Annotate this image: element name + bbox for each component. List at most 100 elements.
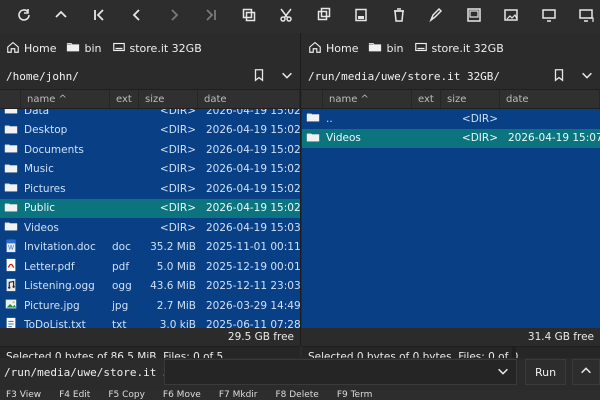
run-button[interactable]: Run xyxy=(524,359,567,385)
list-item[interactable]: Picture.jpg jpg 2.7 MiB 2026-03-29 14:49 xyxy=(0,296,300,316)
chevron-up-icon: ^ xyxy=(360,93,369,105)
drive-icon xyxy=(414,40,428,57)
monitor-icon xyxy=(541,7,557,26)
list-item[interactable]: W Invitation.doc doc 35.2 MiB 2025-11-01 00:… xyxy=(0,238,300,258)
bookmark-home[interactable]: Home xyxy=(6,40,56,57)
bookmark-store-it-32gb[interactable]: store.it 32GB xyxy=(414,40,504,57)
list-item[interactable]: Pictures <DIR> 2026-04-19 15:02 xyxy=(0,179,300,199)
file-ext: ogg xyxy=(112,280,132,293)
back-button[interactable] xyxy=(123,3,151,31)
file-size: 35.2 MiB xyxy=(150,241,196,254)
folder-icon xyxy=(0,109,18,119)
list-item[interactable]: Documents <DIR> 2026-04-19 15:02 xyxy=(0,140,300,160)
folder-icon xyxy=(0,161,18,178)
file-name: .. xyxy=(326,112,333,125)
duplicate-button[interactable] xyxy=(310,3,338,31)
expand-button[interactable] xyxy=(572,359,600,385)
bookmark-store-it-32gb[interactable]: store.it 32GB xyxy=(112,40,202,57)
col-date[interactable]: date xyxy=(500,90,600,108)
file-date: 2026-04-19 15:02 xyxy=(206,124,300,137)
col-ext[interactable]: ext xyxy=(110,90,139,108)
file-date: 2026-04-19 15:02 xyxy=(206,163,300,176)
monitor-button[interactable] xyxy=(535,3,563,31)
folder-icon xyxy=(0,180,18,197)
chevron-down-icon[interactable] xyxy=(496,364,516,381)
col-size[interactable]: size xyxy=(139,90,198,108)
refresh-button[interactable] xyxy=(10,3,38,31)
chevron-up-button[interactable] xyxy=(48,3,76,31)
col-date[interactable]: date xyxy=(198,90,300,108)
file-size: <DIR> xyxy=(461,132,498,145)
file-name: ToDoList.txt xyxy=(24,319,86,328)
bookmark-icon[interactable] xyxy=(552,68,566,85)
list-item[interactable]: Videos <DIR> 2026-04-19 15:07 xyxy=(302,128,600,148)
folder-icon xyxy=(302,110,320,127)
folder-icon xyxy=(368,40,382,57)
copy-button[interactable] xyxy=(235,3,263,31)
gallery-button[interactable] xyxy=(460,3,488,31)
file-ext: jpg xyxy=(112,299,129,312)
function-key[interactable]: F5 Copy xyxy=(108,390,145,400)
image-button[interactable] xyxy=(498,3,526,31)
folder-icon xyxy=(0,219,18,236)
forward-button[interactable] xyxy=(160,3,188,31)
file-date: 2025-12-19 00:01 xyxy=(206,260,300,273)
pencil-icon xyxy=(428,7,444,26)
list-item[interactable]: Music <DIR> 2026-04-19 15:02 xyxy=(0,160,300,180)
back-icon xyxy=(128,7,144,26)
file-ext: txt xyxy=(112,319,127,328)
list-item[interactable]: ToDoList.txt txt 3.0 kiB 2025-06-11 07:28 xyxy=(0,316,300,328)
list-item[interactable]: Letter.pdf pdf 5.0 MiB 2025-12-19 00:01 xyxy=(0,257,300,277)
first-button[interactable] xyxy=(85,3,113,31)
file-size: <DIR> xyxy=(159,221,196,234)
file-size: <DIR> xyxy=(159,109,196,117)
chevron-up-icon: ^ xyxy=(58,93,67,105)
monitor-link-button[interactable] xyxy=(573,3,600,31)
bookmark-bin[interactable]: bin xyxy=(368,40,404,57)
trash-button[interactable] xyxy=(385,3,413,31)
last-button[interactable] xyxy=(198,3,226,31)
file-name: Music xyxy=(24,163,54,176)
function-key[interactable]: F7 Mkdir xyxy=(219,390,258,400)
bookmark-home[interactable]: Home xyxy=(308,40,358,57)
command-input[interactable] xyxy=(164,359,517,385)
save-button[interactable] xyxy=(348,3,376,31)
file-list-left[interactable]: Data <DIR> 2026-04-19 15:02 Desktop <DIR> 202… xyxy=(0,109,300,328)
file-list-right[interactable]: .. <DIR> Videos <DIR> 2026-04-19 15:07 xyxy=(302,109,600,328)
drive-icon xyxy=(112,40,126,57)
resize-handle[interactable] xyxy=(512,346,516,358)
list-item[interactable]: Desktop <DIR> 2026-04-19 15:02 xyxy=(0,121,300,141)
chevron-down-icon[interactable] xyxy=(580,68,594,85)
col-size[interactable]: size xyxy=(441,90,500,108)
bookmark-label: bin xyxy=(84,41,102,55)
free-space-right: 31.4 GB free xyxy=(302,328,600,346)
audio-icon xyxy=(0,278,18,295)
columns-left: name ^ ext size date xyxy=(0,89,300,109)
bookmark-label: store.it 32GB xyxy=(129,41,202,55)
file-date: 2025-06-11 07:28 xyxy=(206,319,300,328)
file-size: <DIR> xyxy=(461,112,498,125)
function-keys: F3 View F4 Edit F5 Copy F6 Move F7 Mkdir F8 D… xyxy=(0,390,600,400)
home-icon xyxy=(6,40,20,57)
file-name: Documents xyxy=(24,143,84,156)
bookmark-label: Home xyxy=(24,41,57,55)
bookmark-bin[interactable]: bin xyxy=(66,40,102,57)
list-item[interactable]: .. <DIR> xyxy=(302,109,600,129)
bookmark-icon[interactable] xyxy=(252,68,266,85)
list-item[interactable]: Videos <DIR> 2026-04-19 15:03 xyxy=(0,218,300,238)
list-item[interactable]: Listening.ogg ogg 43.6 MiB 2025-12-11 23:03 xyxy=(0,277,300,297)
col-name[interactable]: name ^ xyxy=(323,90,412,108)
function-key[interactable]: F3 View xyxy=(6,390,41,400)
pencil-button[interactable] xyxy=(423,3,451,31)
list-item[interactable]: Data <DIR> 2026-04-19 15:02 xyxy=(0,109,300,121)
list-item[interactable]: Public <DIR> 2026-04-19 15:02 xyxy=(0,198,300,218)
function-key[interactable]: F9 Term xyxy=(337,390,373,400)
function-key[interactable]: F8 Delete xyxy=(275,390,318,400)
function-key[interactable]: F6 Move xyxy=(163,390,201,400)
path-row-left: /home/john/ xyxy=(0,63,300,89)
col-name[interactable]: name ^ xyxy=(21,90,110,108)
chevron-down-icon[interactable] xyxy=(280,68,294,85)
cut-button[interactable] xyxy=(273,3,301,31)
function-key[interactable]: F4 Edit xyxy=(59,390,90,400)
col-ext[interactable]: ext xyxy=(412,90,441,108)
